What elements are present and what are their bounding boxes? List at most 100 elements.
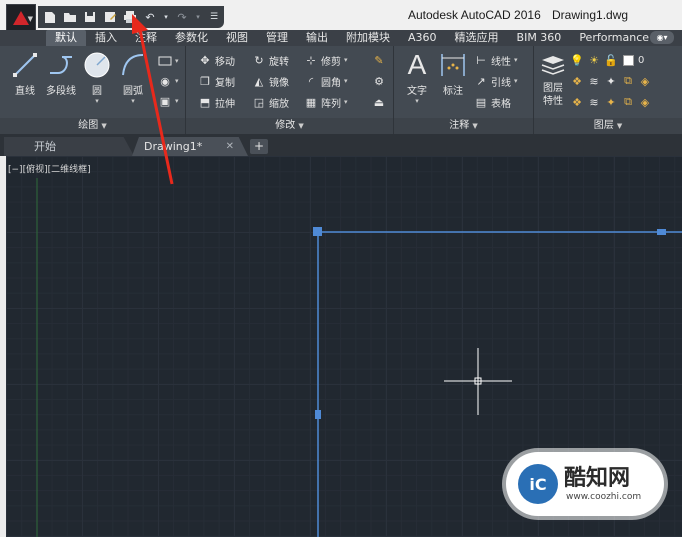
rectangle-tool[interactable]: ▾ bbox=[158, 52, 179, 70]
array-tool[interactable]: ▦ 阵列 ▾ bbox=[304, 93, 348, 111]
leader-tool[interactable]: ↗ 引线 ▾ bbox=[474, 72, 518, 90]
linear-label: 线性 bbox=[491, 56, 511, 68]
close-icon[interactable]: ✕ bbox=[226, 137, 234, 156]
document-title: Drawing1.dwg bbox=[552, 8, 629, 22]
circle-label: 圆 bbox=[92, 86, 102, 97]
layer-merge-icon[interactable]: ◈ bbox=[638, 95, 652, 109]
mirror-tool[interactable]: ◭ 镜像 bbox=[252, 72, 289, 90]
tab-featured-apps[interactable]: 精选应用 bbox=[446, 30, 508, 46]
save-as-icon[interactable] bbox=[102, 9, 118, 25]
tab-manage[interactable]: 管理 bbox=[257, 30, 297, 46]
chevron-down-icon[interactable]: ▾ bbox=[514, 56, 518, 64]
tab-bim360[interactable]: BIM 360 bbox=[508, 30, 571, 46]
tab-view[interactable]: 视图 bbox=[217, 30, 257, 46]
chevron-down-icon[interactable]: ▾ bbox=[194, 9, 202, 25]
window-left-edge bbox=[0, 156, 6, 537]
layer-properties-tool[interactable]: 图层 特性 bbox=[536, 48, 570, 108]
tab-annotate[interactable]: 注释 bbox=[126, 30, 166, 46]
customize-icon[interactable]: ☰ bbox=[206, 9, 222, 25]
viewport-controls[interactable]: [−][俯视][二维线框] bbox=[8, 162, 91, 175]
layer-previous-icon[interactable]: ✦ bbox=[604, 74, 618, 88]
chevron-down-icon[interactable]: ▾ bbox=[344, 56, 348, 64]
scale-icon: ◲ bbox=[253, 95, 265, 109]
tab-insert[interactable]: 插入 bbox=[86, 30, 126, 46]
layers-panel-footer[interactable]: 图层 ▼ bbox=[534, 118, 682, 134]
chevron-down-icon[interactable]: ▾ bbox=[162, 9, 170, 25]
save-icon[interactable] bbox=[82, 9, 98, 25]
layer-dropdown[interactable]: 💡 ☀ 🔓 0 bbox=[570, 51, 644, 69]
hatch-tool[interactable]: ◉ ▾ bbox=[158, 72, 179, 90]
layer-lock-icon[interactable]: ✦ bbox=[604, 95, 618, 109]
layer-match-icon[interactable]: ≋ bbox=[587, 74, 601, 88]
draw-panel-footer[interactable]: 绘图 ▼ bbox=[0, 118, 185, 134]
fillet-tool[interactable]: ◜ 圆角 ▾ bbox=[304, 72, 348, 90]
tab-output[interactable]: 输出 bbox=[297, 30, 337, 46]
move-tool[interactable]: ✥ 移动 bbox=[198, 51, 235, 69]
trim-tool[interactable]: ⊹ 修剪 ▾ bbox=[304, 51, 348, 69]
title-bar: ▼ ↶ ▾ ↷ ▾ ☰ Autodesk AutoCAD 2016 Drawin… bbox=[0, 0, 682, 32]
stretch-icon: ⬒ bbox=[199, 95, 211, 109]
layer-walk-icon[interactable]: ⧉ bbox=[621, 74, 635, 88]
tab-addins[interactable]: 附加模块 bbox=[337, 30, 399, 46]
chevron-down-icon[interactable]: ▾ bbox=[116, 97, 150, 105]
undo-icon[interactable]: ↶ bbox=[142, 9, 158, 25]
erase-tool[interactable]: ✎ bbox=[372, 51, 386, 69]
start-tab-label: 开始 bbox=[34, 140, 56, 153]
polyline-tool[interactable]: 多段线 bbox=[44, 48, 78, 97]
modify-panel-footer[interactable]: 修改 ▼ bbox=[186, 118, 393, 134]
region-tool[interactable]: ▣ ▾ bbox=[158, 92, 179, 110]
layer-off-icon[interactable]: ❖ bbox=[570, 95, 584, 109]
ribbon-tab-bar: 默认 插入 注释 参数化 视图 管理 输出 附加模块 A360 精选应用 BIM… bbox=[0, 30, 682, 46]
layer-on-icon[interactable]: ≋ bbox=[587, 95, 601, 109]
chevron-down-icon[interactable]: ▾ bbox=[80, 97, 114, 105]
tab-home[interactable]: 默认 bbox=[46, 30, 86, 46]
copy-tool[interactable]: ❐ 复制 bbox=[198, 72, 235, 90]
drawing-tab[interactable]: Drawing1* ✕ bbox=[132, 137, 248, 156]
annotation-panel: A 文字 ▾ 标注 ⊢ 线性 ▾ ↗ 引线 ▾ ▤ 表格 注释 ▼ bbox=[394, 46, 534, 134]
chevron-down-icon[interactable]: ▾ bbox=[175, 97, 179, 105]
chevron-down-icon[interactable]: ▾ bbox=[514, 77, 518, 85]
tab-parametric[interactable]: 参数化 bbox=[166, 30, 217, 46]
leader-icon: ↗ bbox=[476, 74, 486, 88]
layer-tools-row-1: ❖ ≋ ✦ ⧉ ◈ bbox=[570, 72, 652, 90]
chevron-down-icon: ▼ bbox=[298, 122, 304, 130]
explode-tool[interactable]: ⚙ bbox=[372, 72, 386, 90]
dimension-tool[interactable]: 标注 bbox=[436, 48, 470, 97]
erase-icon: ✎ bbox=[374, 53, 384, 67]
chevron-down-icon[interactable]: ▾ bbox=[175, 77, 179, 85]
open-icon[interactable] bbox=[62, 9, 78, 25]
redo-icon[interactable]: ↷ bbox=[174, 9, 190, 25]
chevron-down-icon[interactable]: ▾ bbox=[344, 98, 348, 106]
region-icon: ▣ bbox=[159, 94, 171, 108]
line-tool[interactable]: 直线 bbox=[8, 48, 42, 97]
ribbon-display-toggle[interactable]: ◉▾ bbox=[650, 31, 674, 44]
tab-a360[interactable]: A360 bbox=[399, 30, 446, 46]
plot-icon[interactable] bbox=[122, 9, 138, 25]
chevron-down-icon[interactable]: ▾ bbox=[400, 97, 434, 105]
linear-dim-tool[interactable]: ⊢ 线性 ▾ bbox=[474, 51, 518, 69]
layer-isolate-icon[interactable]: ❖ bbox=[570, 74, 584, 88]
annotation-panel-footer[interactable]: 注释 ▼ bbox=[394, 118, 533, 134]
chevron-down-icon[interactable]: ▾ bbox=[344, 77, 348, 85]
stretch-tool[interactable]: ⬒ 拉伸 bbox=[198, 93, 235, 111]
circle-tool[interactable]: 圆 ▾ bbox=[80, 48, 114, 105]
rotate-tool[interactable]: ↻ 旋转 bbox=[252, 51, 289, 69]
start-tab[interactable]: 开始 bbox=[4, 137, 134, 156]
table-tool[interactable]: ▤ 表格 bbox=[474, 93, 511, 111]
layer-freeze-icon[interactable]: ◈ bbox=[638, 74, 652, 88]
arc-tool[interactable]: 圆弧 ▾ bbox=[116, 48, 150, 105]
scale-tool[interactable]: ◲ 缩放 bbox=[252, 93, 289, 111]
layer-unlock-icon[interactable]: ⧉ bbox=[621, 95, 635, 109]
application-menu-button[interactable]: ▼ bbox=[6, 4, 36, 32]
new-tab-button[interactable]: + bbox=[250, 139, 268, 154]
fillet-label: 圆角 bbox=[321, 77, 341, 89]
new-file-icon[interactable] bbox=[42, 9, 58, 25]
offset-tool[interactable]: ⏏ bbox=[372, 93, 386, 111]
drawing-tab-label: Drawing1* bbox=[144, 140, 203, 153]
hatch-icon: ◉ bbox=[160, 74, 170, 88]
unlock-icon: 🔓 bbox=[604, 53, 618, 67]
tab-performance[interactable]: Performance bbox=[570, 30, 658, 46]
layer-tools-row-2: ❖ ≋ ✦ ⧉ ◈ bbox=[570, 93, 652, 111]
chevron-down-icon[interactable]: ▾ bbox=[175, 57, 179, 65]
text-tool[interactable]: A 文字 ▾ bbox=[400, 48, 434, 105]
